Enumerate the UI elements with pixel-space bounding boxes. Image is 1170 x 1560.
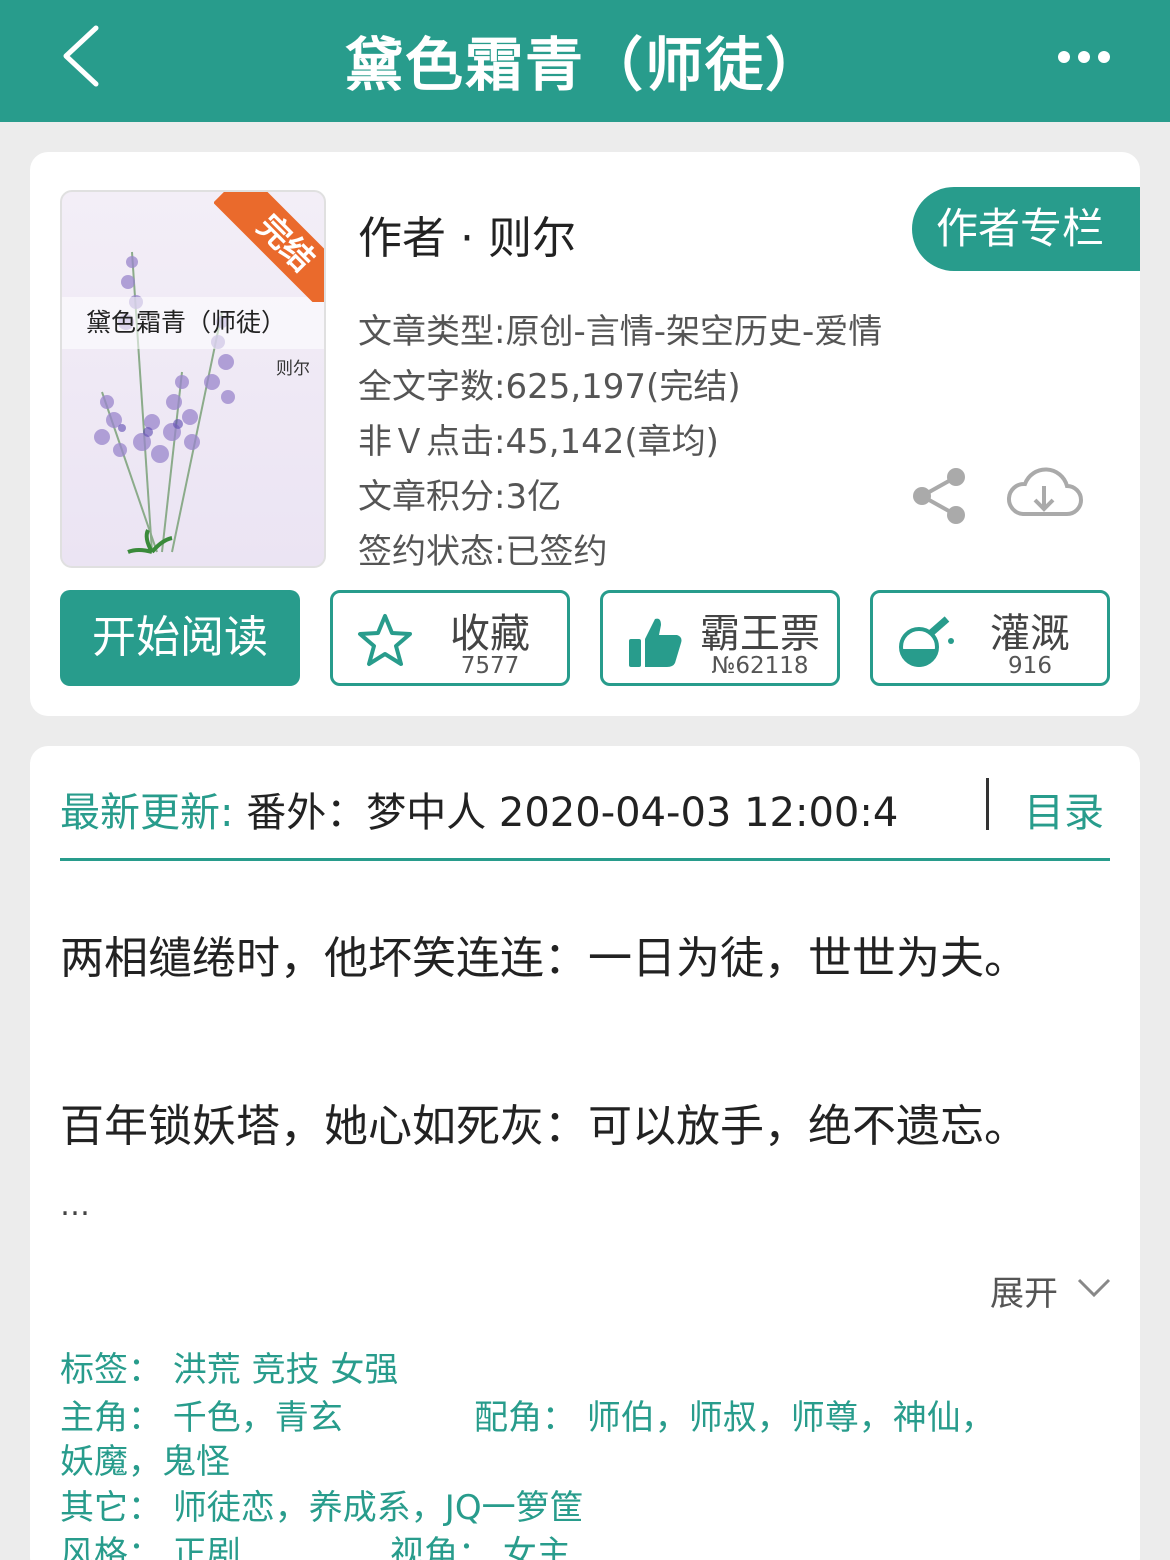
- share-icon[interactable]: [910, 467, 968, 525]
- info-sign-status: 签约状态:已签约: [358, 532, 608, 572]
- flask-icon: [899, 616, 954, 667]
- cover-title: 黛色霜青（师徒）: [62, 297, 324, 349]
- book-info-card: 黛色霜青（师徒） 则尔 完结 作者 · 则尔 作者专栏 文章类型:原创-言情-架…: [30, 152, 1140, 716]
- toc-link[interactable]: 目录: [1024, 780, 1104, 838]
- page-title: 黛色霜青（师徒）: [344, 31, 825, 99]
- summary-line-1: 两相缱绻时，他坏笑连连：一日为徒，世世为夫。: [60, 933, 1028, 984]
- collect-button[interactable]: 收藏 7577: [330, 590, 570, 686]
- protagonist-row: 主角： 千色，青玄: [60, 1398, 343, 1438]
- star-icon: [358, 614, 412, 666]
- latest-update-value: 番外：梦中人 2020-04-03 12:00:4: [233, 790, 899, 836]
- latest-update[interactable]: 最新更新: 番外：梦中人 2020-04-03 12:00:4: [60, 780, 898, 838]
- ticket-label: 霸王票: [700, 611, 820, 657]
- nutrient-label: 灌溉: [990, 611, 1070, 657]
- ticket-button[interactable]: 霸王票 №62118: [600, 590, 840, 686]
- start-reading-button[interactable]: 开始阅读: [60, 590, 300, 686]
- info-word-count: 全文字数:625,197(完结): [358, 367, 741, 407]
- style-row: 风格： 正剧: [60, 1534, 241, 1560]
- thumbs-up-icon: [629, 618, 682, 667]
- status-ribbon: 完结: [214, 192, 324, 302]
- more-dots-icon[interactable]: [1056, 44, 1112, 70]
- divider-line: [60, 858, 1110, 861]
- tags-row: 标签： 洪荒 竞技 女强: [60, 1350, 399, 1390]
- ticket-count: №62118: [711, 653, 809, 679]
- chevron-down-icon[interactable]: [1076, 1272, 1112, 1302]
- top-bar: 黛色霜青（师徒）: [0, 0, 1170, 122]
- latest-update-label: 最新更新:: [60, 790, 234, 836]
- status-ribbon-label: 完结: [214, 192, 324, 302]
- cloud-download-icon[interactable]: [1005, 462, 1083, 524]
- summary-ellipsis: …: [60, 1188, 90, 1223]
- info-clicks: 非Ｖ点击:45,142(章均): [358, 422, 719, 462]
- collect-count: 7577: [460, 653, 520, 679]
- nutrient-count: 916: [1008, 653, 1052, 679]
- book-detail-card: 最新更新: 番外：梦中人 2020-04-03 12:00:4 目录 两相缱绻时…: [30, 746, 1140, 1560]
- divider: [986, 778, 989, 830]
- cover-author: 则尔: [276, 359, 310, 379]
- author-name[interactable]: 作者 · 则尔: [358, 202, 576, 266]
- nutrient-button[interactable]: 灌溉 916: [870, 590, 1110, 686]
- info-type: 文章类型:原创-言情-架空历史-爱情: [358, 312, 883, 352]
- perspective-row: 视角： 女主: [390, 1534, 571, 1560]
- supporting-row-cont: 妖魔，鬼怪: [60, 1442, 230, 1482]
- expand-button[interactable]: 展开: [990, 1266, 1058, 1315]
- info-score: 文章积分:3亿: [358, 477, 562, 517]
- other-row: 其它： 师徒恋，养成系，JQ一箩筐: [60, 1488, 584, 1528]
- supporting-row: 配角： 师伯，师叔，师尊，神仙，: [474, 1398, 995, 1438]
- collect-label: 收藏: [450, 611, 530, 657]
- author-column-button[interactable]: 作者专栏: [912, 187, 1140, 271]
- book-cover[interactable]: 黛色霜青（师徒） 则尔 完结: [60, 190, 326, 568]
- summary-line-2: 百年锁妖塔，她心如死灰：可以放手，绝不遗忘。: [60, 1101, 1028, 1152]
